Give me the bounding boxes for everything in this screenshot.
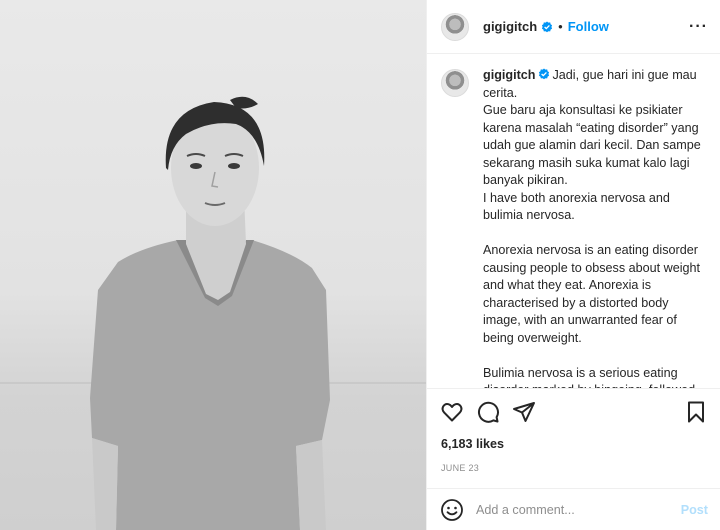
header-username[interactable]: gigigitch: [483, 19, 537, 34]
more-options-icon[interactable]: ···: [689, 18, 708, 36]
action-bar: [427, 389, 720, 435]
caption-username[interactable]: gigigitch: [483, 68, 535, 82]
follow-button[interactable]: Follow: [568, 19, 609, 34]
post-date[interactable]: JUNE 23: [427, 451, 720, 473]
caption: gigigitch Jadi, gue hari ini gue mau ceri…: [483, 67, 706, 388]
post-header: gigigitch • Follow ···: [427, 0, 720, 54]
person-illustration: [90, 96, 330, 530]
heart-icon[interactable]: [440, 400, 464, 424]
share-icon[interactable]: [512, 400, 536, 424]
likes-count[interactable]: 6,183 likes: [427, 435, 720, 451]
caption-text: Jadi, gue hari ini gue mau cerita. Gue b…: [483, 68, 701, 388]
bookmark-icon[interactable]: [684, 400, 708, 424]
caption-scroll-area[interactable]: gigigitch Jadi, gue hari ini gue mau ceri…: [427, 55, 720, 388]
post-actions-section: 6,183 likes JUNE 23: [427, 388, 720, 473]
avatar[interactable]: [441, 12, 469, 41]
verified-badge-icon: [539, 68, 550, 80]
post-comment-button[interactable]: Post: [681, 503, 708, 517]
post-side-panel: gigigitch • Follow ··· gigigitch Jadi, gu…: [426, 0, 720, 530]
emoji-icon[interactable]: [440, 498, 464, 522]
post-photo[interactable]: [0, 0, 426, 530]
separator-dot: •: [558, 19, 563, 34]
verified-badge-icon: [542, 21, 553, 32]
comment-icon[interactable]: [476, 400, 500, 424]
comment-input[interactable]: [476, 502, 681, 517]
comment-bar: Post: [427, 488, 720, 530]
caption-avatar[interactable]: [441, 69, 469, 97]
caption-row: gigigitch Jadi, gue hari ini gue mau ceri…: [441, 67, 706, 388]
